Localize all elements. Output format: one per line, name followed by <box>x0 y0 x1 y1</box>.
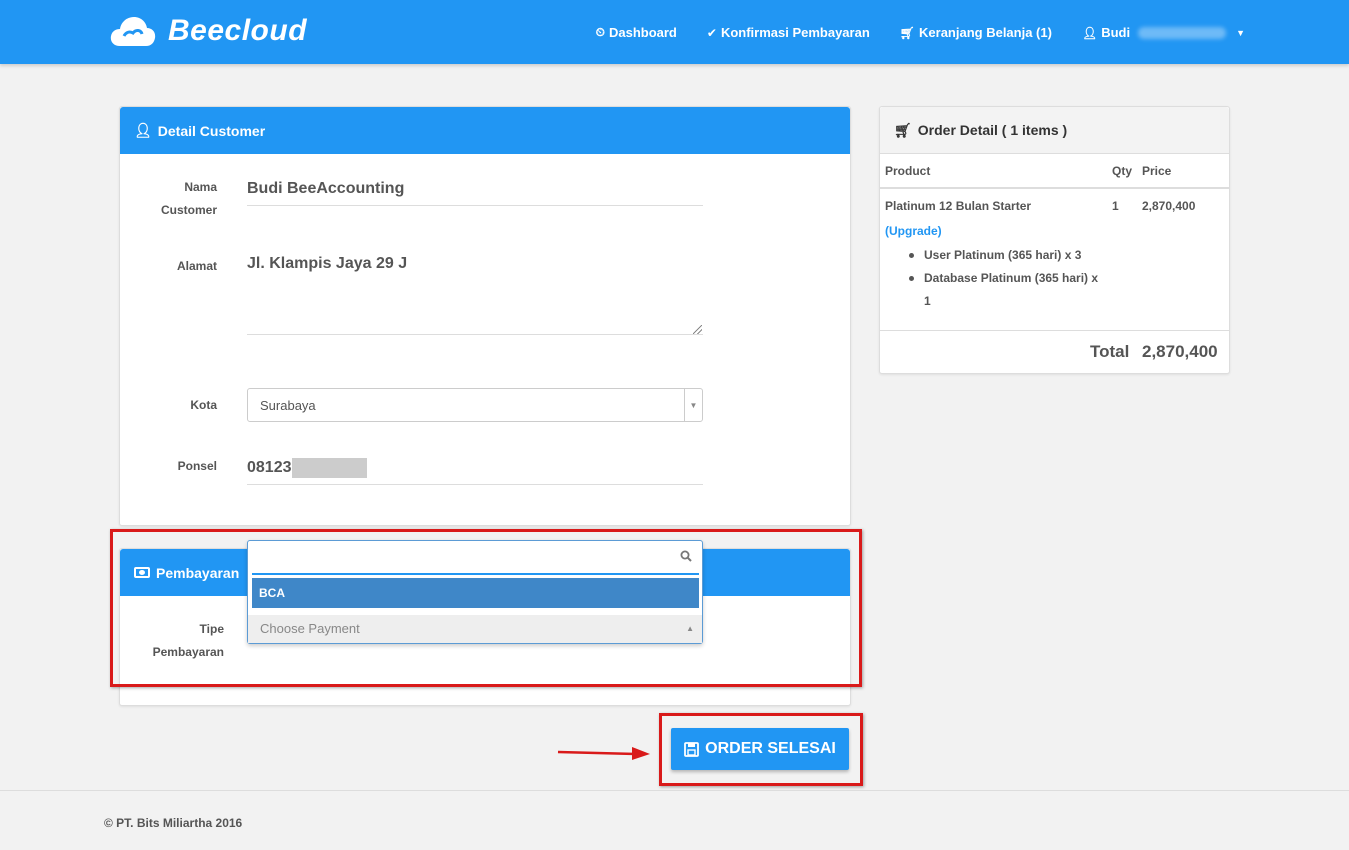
order-detail-panel: 🛒︎ Order Detail ( 1 items ) <box>879 106 1230 374</box>
brand-name: Beecloud <box>168 14 308 47</box>
chevron-down-icon: ▼ <box>684 389 702 421</box>
address-field[interactable]: Jl. Klampis Jaya 29 J <box>247 255 407 273</box>
name-label-line2: Customer <box>160 203 217 217</box>
top-navbar: Beecloud ⏲ Dashboard ✔ Konfirmasi Pembay… <box>0 0 1349 64</box>
order-item-qty: 1 <box>1112 199 1119 213</box>
textarea-resize-handle[interactable] <box>693 325 702 334</box>
order-item-upgrade: (Upgrade) <box>885 224 942 238</box>
customer-panel: 👤︎ Detail Customer <box>119 106 851 526</box>
phone-label: Ponsel <box>177 459 217 473</box>
nav-konfirmasi-label: Konfirmasi Pembayaran <box>720 25 870 40</box>
brand[interactable]: Beecloud <box>110 14 307 48</box>
order-item-name: Platinum 12 Bulan Starter <box>885 199 1032 213</box>
order-item-price: 2,870,400 <box>1142 199 1196 213</box>
feature-item: Database Platinum (365 hari) x 1 <box>906 267 1106 313</box>
col-qty: Qty <box>1112 164 1133 178</box>
nav-konfirmasi-pembayaran[interactable]: ✔ Konfirmasi Pembayaran <box>707 25 870 40</box>
main-nav: ⏲ Dashboard ✔ Konfirmasi Pembayaran 🛒︎ K… <box>596 25 1245 40</box>
user-menu[interactable]: 👤︎ Budi ▼ <box>1082 25 1245 40</box>
order-total-label: Total <box>1090 342 1130 361</box>
cloud-logo-icon <box>110 17 156 46</box>
user-icon: 👤︎ <box>1081 25 1098 40</box>
arrow-right-icon <box>557 747 650 760</box>
name-field[interactable]: Budi BeeAccounting <box>247 180 404 198</box>
footer-divider <box>0 790 1349 791</box>
redacted-username <box>1138 26 1227 39</box>
col-price: Price <box>1142 164 1172 178</box>
order-item-features: User Platinum (365 hari) x 3 Database Pl… <box>906 244 1106 313</box>
order-detail-header: 🛒︎ Order Detail ( 1 items ) <box>880 107 1229 154</box>
order-table-head-divider <box>880 187 1229 189</box>
customer-panel-header: 👤︎ Detail Customer <box>120 107 850 154</box>
nav-keranjang-label: Keranjang Belanja (1) <box>919 25 1052 40</box>
order-detail-title: Order Detail ( 1 items ) <box>917 122 1068 138</box>
address-field-underline <box>247 334 703 335</box>
city-select-value: Surabaya <box>260 397 316 413</box>
check-icon: ✔ <box>706 25 717 40</box>
order-selesai-button[interactable]: ORDER SELESAI <box>671 728 849 770</box>
caret-down-icon: ▼ <box>1236 27 1245 38</box>
highlight-payment-box <box>110 529 862 687</box>
redacted-phone <box>291 458 367 478</box>
nav-dashboard-label: Dashboard <box>608 25 677 40</box>
cart-icon: 🛒︎ <box>894 121 912 138</box>
order-total-value: 2,870,400 <box>1142 342 1218 361</box>
address-label: Alamat <box>176 259 217 273</box>
nav-keranjang-belanja[interactable]: 🛒︎ Keranjang Belanja (1) <box>900 25 1052 40</box>
save-icon <box>684 741 700 757</box>
col-product: Product <box>885 164 931 178</box>
phone-field[interactable]: 08123 <box>247 458 367 478</box>
user-icon: 👤︎ <box>134 122 152 138</box>
phone-field-underline <box>247 484 703 485</box>
dashboard-icon: ⏲ <box>595 25 605 39</box>
order-total-divider <box>880 330 1229 331</box>
user-name: Budi <box>1101 25 1131 40</box>
phone-value: 08123 <box>247 459 292 476</box>
city-select[interactable]: Surabaya ▼ <box>247 388 703 422</box>
name-field-underline <box>247 205 703 206</box>
cart-icon: 🛒︎ <box>899 25 916 40</box>
nav-dashboard[interactable]: ⏲ Dashboard <box>596 25 677 40</box>
name-label-line1: Nama <box>184 180 217 194</box>
footer-copyright: © PT. Bits Miliartha 2016 <box>104 816 243 830</box>
name-label: Nama Customer <box>140 176 217 222</box>
feature-item: User Platinum (365 hari) x 3 <box>906 244 1106 267</box>
order-selesai-label: ORDER SELESAI <box>705 740 836 757</box>
customer-panel-title: Detail Customer <box>157 122 266 139</box>
city-label: Kota <box>190 398 217 412</box>
